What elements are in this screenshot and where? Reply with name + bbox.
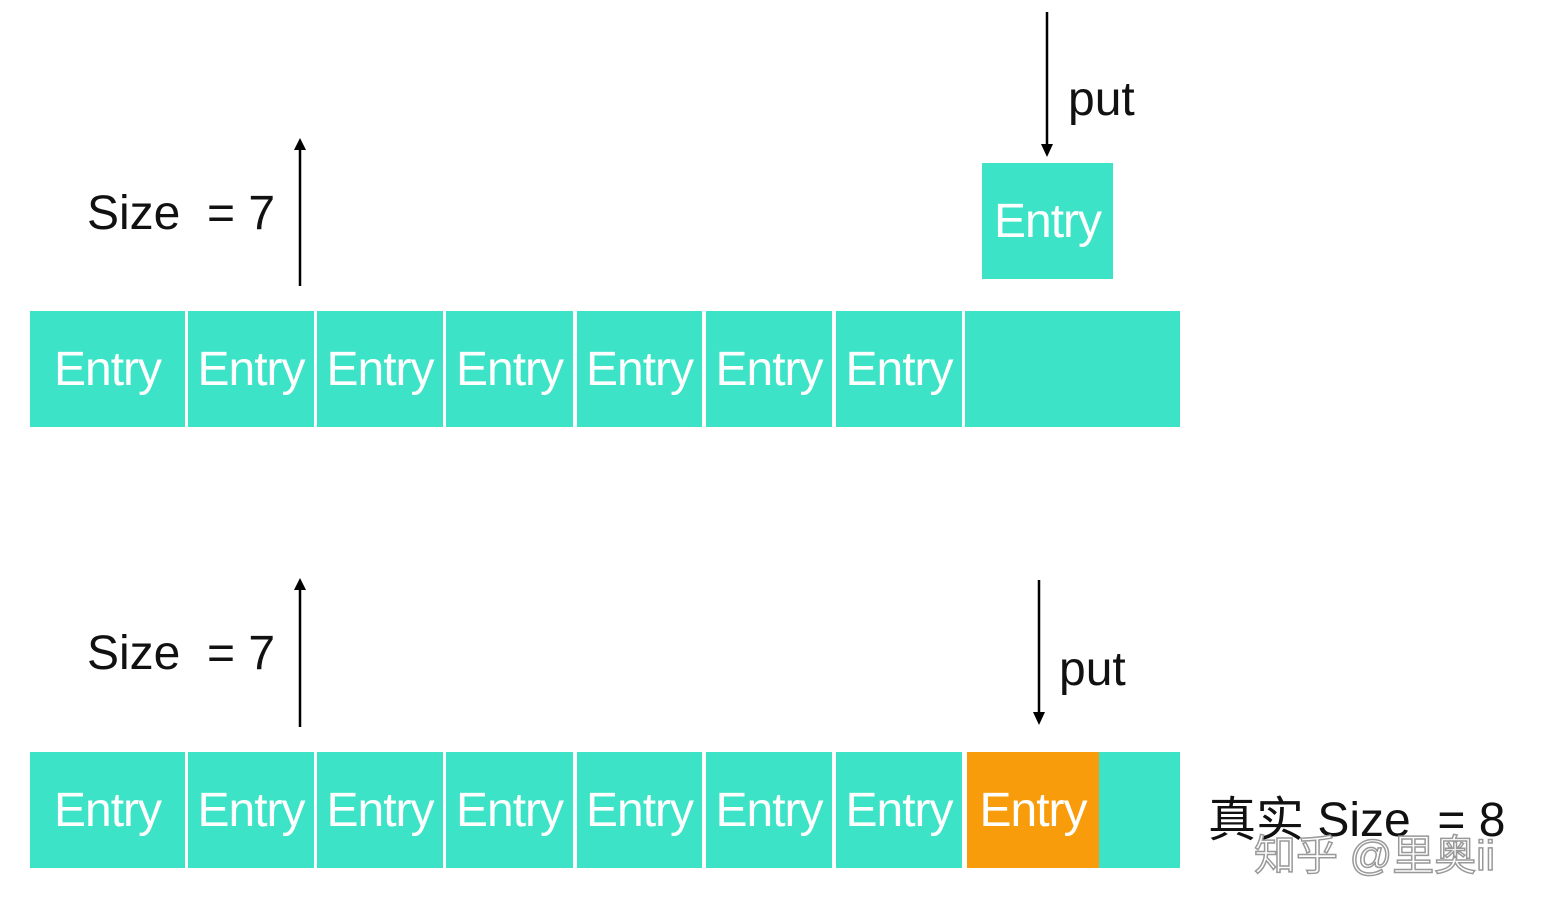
entry-cell: Entry xyxy=(836,311,962,427)
inserted-entry-cell: Entry xyxy=(967,752,1099,868)
entry-cell: Entry xyxy=(317,752,443,868)
entry-cell: Entry xyxy=(706,752,832,868)
entry-cell: Entry xyxy=(446,311,573,427)
put-label: put xyxy=(1059,643,1126,696)
size-label: Size = 7 xyxy=(87,187,276,240)
entry-cell: Entry xyxy=(706,311,832,427)
entry-cell: Entry xyxy=(30,311,185,427)
entry-cell: Entry xyxy=(836,752,962,868)
put-label: put xyxy=(1068,73,1135,126)
entry-cell: Entry xyxy=(188,752,314,868)
down-arrow-icon xyxy=(1033,580,1045,725)
entry-cell: Entry xyxy=(317,311,443,427)
up-arrow-icon xyxy=(294,138,306,286)
entry-cell: Entry xyxy=(577,752,702,868)
entry-cell xyxy=(965,311,1180,427)
entry-cell: Entry xyxy=(188,311,314,427)
entry-cell: Entry xyxy=(577,311,702,427)
up-arrow-icon xyxy=(294,578,306,727)
down-arrow-icon xyxy=(1041,12,1053,157)
watermark: 知乎 @里奥ii xyxy=(1253,831,1495,880)
new-entry: Entry xyxy=(982,163,1113,279)
entry-cell: Entry xyxy=(30,752,185,868)
entry-cell: Entry xyxy=(446,752,573,868)
entry-cell xyxy=(1099,752,1180,868)
size-label: Size = 7 xyxy=(87,627,276,680)
